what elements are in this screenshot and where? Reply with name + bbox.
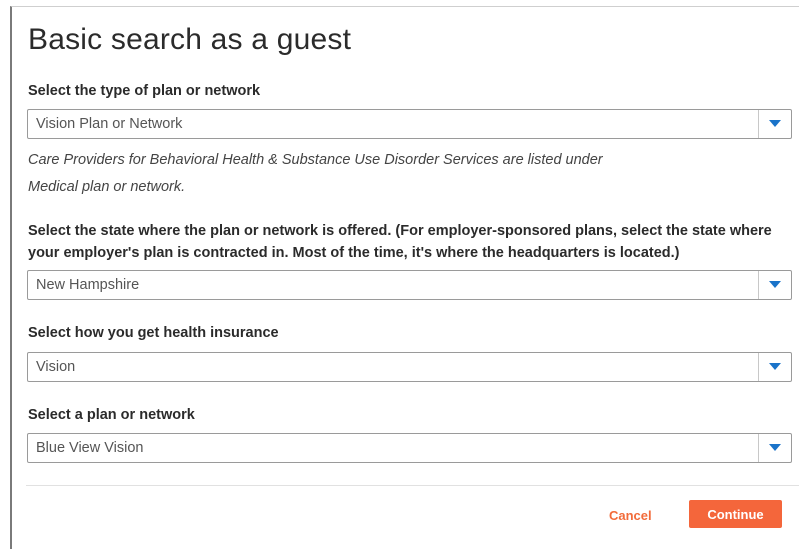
plan-type-select[interactable]: Vision Plan or Network <box>27 109 792 139</box>
chevron-down-icon <box>769 281 781 288</box>
state-value: New Hampshire <box>36 277 140 293</box>
dialog-footer: Cancel Continue <box>26 485 799 550</box>
state-label: Select the state where the plan or netwo… <box>28 223 772 261</box>
chevron-down-icon <box>769 444 781 451</box>
state-dropdown-toggle[interactable] <box>758 271 791 299</box>
state-select[interactable]: New Hampshire <box>27 270 792 300</box>
plan-type-value: Vision Plan or Network <box>36 116 183 132</box>
insurance-source-dropdown-toggle[interactable] <box>758 353 791 381</box>
chevron-down-icon <box>769 120 781 127</box>
plan-label: Select a plan or network <box>28 407 195 423</box>
note-line-2: Medical plan or network. <box>28 179 186 195</box>
plan-dropdown-toggle[interactable] <box>758 434 791 462</box>
insurance-source-select[interactable]: Vision <box>27 352 792 382</box>
page-title: Basic search as a guest <box>28 23 352 56</box>
insurance-source-value: Vision <box>36 359 76 375</box>
cancel-button[interactable]: Cancel <box>609 508 652 523</box>
note-line-1: Care Providers for Behavioral Health & S… <box>28 152 603 168</box>
plan-value: Blue View Vision <box>36 440 144 456</box>
insurance-source-label: Select how you get health insurance <box>28 325 279 341</box>
plan-type-dropdown-toggle[interactable] <box>758 110 791 138</box>
chevron-down-icon <box>769 363 781 370</box>
guest-search-dialog: Basic search as a guest Select the type … <box>10 6 799 549</box>
plan-select[interactable]: Blue View Vision <box>27 433 792 463</box>
continue-button[interactable]: Continue <box>689 500 782 528</box>
behavioral-health-note: Care Providers for Behavioral Health & S… <box>28 147 788 201</box>
plan-type-label: Select the type of plan or network <box>28 83 261 99</box>
